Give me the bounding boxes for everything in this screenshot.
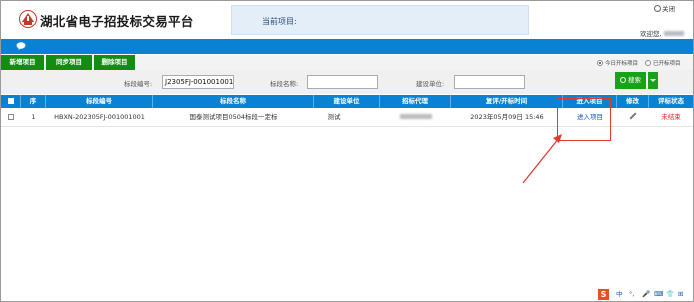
close-link[interactable]: 关闭 [654, 3, 675, 13]
row-index: 1 [31, 113, 36, 121]
edit-button[interactable] [617, 108, 649, 127]
radio-today-option[interactable]: 今日开标项目 [597, 59, 638, 67]
current-project-label: 当前项目: [262, 17, 297, 26]
close-icon [654, 5, 661, 12]
welcome-label: 欢迎您, [640, 30, 662, 38]
add-project-button[interactable]: 新增项目 [1, 55, 45, 70]
ime-grid-icon[interactable]: ⊞ [678, 290, 683, 299]
current-project-panel: 当前项目: [231, 5, 529, 35]
pencil-icon [629, 112, 637, 120]
redacted-username [663, 31, 684, 36]
app-title: 湖北省电子招投标交易平台 [40, 14, 194, 29]
ime-keyboard-icon[interactable]: ⌨ [654, 290, 663, 299]
builder-input[interactable] [454, 75, 525, 89]
search-button-label: 搜索 [628, 76, 641, 84]
row-status: 未结束 [661, 113, 681, 121]
toolbar: 新增项目 同步项目 删除项目 今日开标项目 已开标项目 [1, 55, 693, 70]
row-builder: 测试 [327, 113, 341, 121]
section-code-label: 标段编号: [124, 80, 153, 88]
app-header: 湖北省电子招投标交易平台 当前项目: 关闭 欢迎您, [1, 1, 693, 39]
section-code-input[interactable]: J2305FJ-001001001 [162, 75, 234, 89]
welcome-text: 欢迎您, [640, 28, 684, 38]
redacted-agent [399, 114, 432, 119]
col-section-name: 标段名称 [153, 95, 314, 108]
ime-chinese-mode[interactable]: 中 [616, 290, 623, 299]
close-label: 关闭 [662, 5, 675, 13]
row-checkbox[interactable] [8, 114, 14, 120]
sogou-ime-icon[interactable]: S [598, 289, 609, 300]
section-name-input[interactable] [307, 75, 378, 89]
annotation-highlight-box [557, 98, 611, 141]
row-section-code: HBXN-202305FJ-001001001 [54, 113, 145, 121]
radio-today-label: 今日开标项目 [605, 61, 639, 67]
col-status: 评标状态 [658, 97, 684, 105]
radio-opened-option[interactable]: 已开标项目 [645, 59, 681, 67]
select-all-cell[interactable] [1, 95, 21, 108]
search-row: 标段编号: J2305FJ-001001001 标段名称: 建设单位: 搜索 [1, 70, 693, 94]
row-time: 2023年05月09日 15:46 [470, 113, 544, 121]
search-dropdown-button[interactable] [648, 72, 658, 89]
col-agent: 招标代理 [380, 95, 451, 108]
nav-strip [1, 39, 693, 54]
col-index: 序 [21, 95, 46, 108]
ime-skin-icon[interactable]: 👕 [666, 290, 674, 299]
builder-label: 建设单位: [416, 80, 445, 88]
sync-project-button[interactable]: 同步项目 [46, 55, 93, 70]
ime-toolbar: S 中 °, 🎤 ⌨ 👕 ⊞ [596, 288, 692, 301]
col-builder: 建设单位 [314, 95, 380, 108]
col-time: 复评/开标时间 [451, 95, 563, 108]
search-icon [620, 77, 626, 83]
col-section-code: 标段编号 [46, 95, 153, 108]
radio-today-icon [597, 60, 603, 66]
section-name-label: 标段名称: [270, 80, 299, 88]
row-section-name: 国泰测试项目0504标段一定标 [189, 113, 278, 121]
search-button[interactable]: 搜索 [615, 72, 646, 89]
row-select-cell[interactable] [1, 108, 21, 127]
radio-opened-icon [645, 60, 651, 66]
delete-project-button[interactable]: 删除项目 [94, 55, 136, 70]
radio-opened-label: 已开标项目 [653, 61, 681, 67]
select-all-checkbox[interactable] [7, 98, 14, 104]
row-agent [380, 108, 451, 127]
ime-punctuation[interactable]: °, [629, 290, 634, 299]
hubei-logo-icon [19, 10, 37, 28]
chat-bubble-icon[interactable] [16, 42, 26, 50]
col-edit: 修改 [617, 95, 649, 108]
ime-microphone-icon[interactable]: 🎤 [642, 290, 650, 299]
